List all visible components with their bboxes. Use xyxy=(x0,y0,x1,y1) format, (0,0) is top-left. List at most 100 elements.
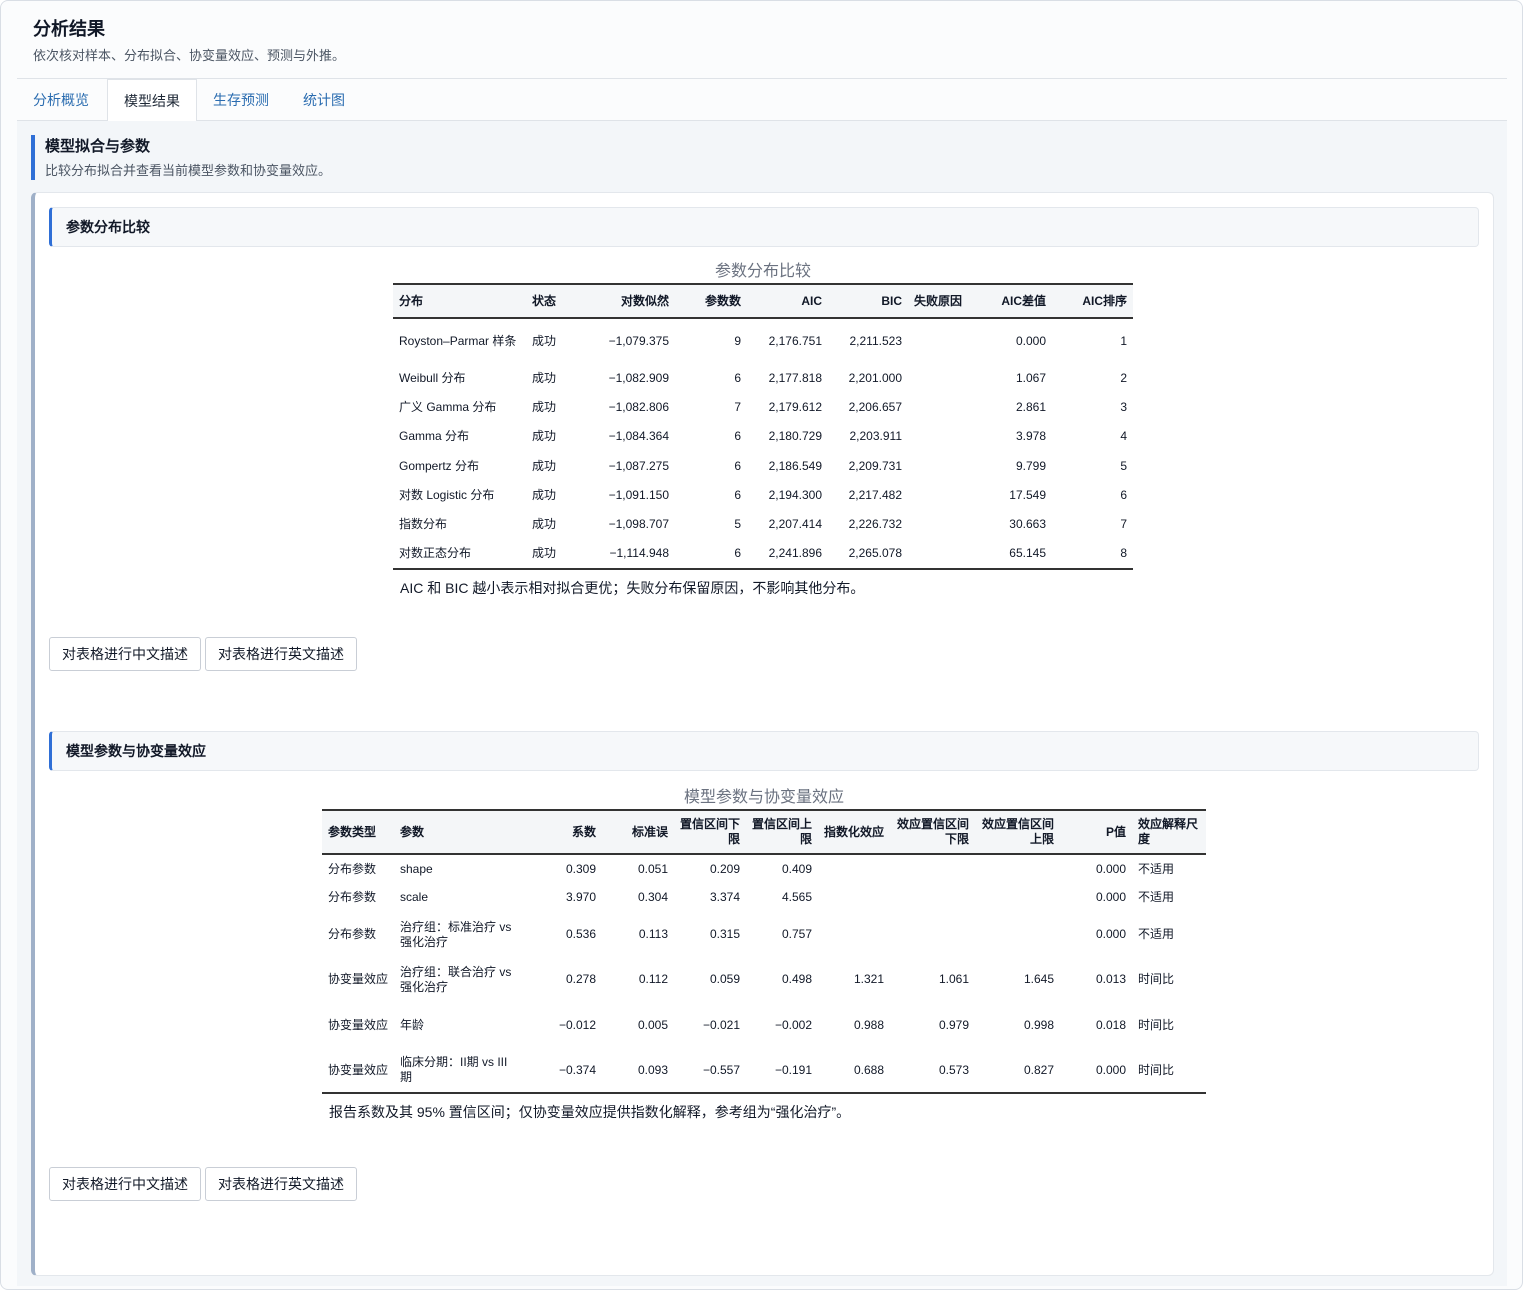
table-cell: 0.209 xyxy=(709,861,740,876)
param-table: 参数类型 参数 系数 标准误 置信区间下限 置信区间上限 指数化效应 效应置信区间下限 效应置信… xyxy=(322,809,1206,1094)
dist-table-note: AIC 和 BIC 越小表示相对拟合更优；失败分布保留原因，不影响其他分布。 xyxy=(400,580,865,596)
table-cell: 治疗组：联合治疗 vs 强化治疗 xyxy=(400,964,512,994)
section-description: 比较分布拟合并查看当前模型参数和协变量效应。 xyxy=(45,163,332,178)
table-cell: 2,203.911 xyxy=(849,429,903,443)
param-column-header: 参数 xyxy=(394,810,518,854)
table-cell: 不适用 xyxy=(1138,861,1175,876)
table-cell: 0.000 xyxy=(1095,927,1126,941)
table-cell xyxy=(908,393,980,422)
table-row: Royston–Parmar 样条 成功 −1,079.375 9 2,176.751 2… xyxy=(393,318,1133,364)
tab-overview[interactable]: 分析概览 xyxy=(17,79,105,121)
param-table-body: 分布参数 shape 0.309 0.051 0.209 0.409 0.000 不适用 分布参… xyxy=(322,854,1206,1093)
tab-content: 模型拟合与参数 比较分布拟合并查看当前模型参数和协变量效应。 参数分布比较 参数… xyxy=(17,121,1507,1286)
table-cell: 0.000 xyxy=(1095,861,1126,876)
table-cell: 0.827 xyxy=(1023,1062,1054,1077)
table-cell: 0.113 xyxy=(638,927,668,941)
table-cell: 治疗组：标准治疗 vs 强化治疗 xyxy=(400,919,512,949)
table-cell: 2.861 xyxy=(1015,400,1046,414)
table-cell: 0.309 xyxy=(565,861,596,876)
table-cell: 0.112 xyxy=(638,972,668,986)
table-row: Gamma 分布 成功 −1,084.364 6 2,180.729 2,203.911 3… xyxy=(393,422,1133,451)
table-cell: 0.093 xyxy=(637,1062,668,1077)
table-cell xyxy=(908,510,980,539)
table-cell: 17.549 xyxy=(1009,488,1046,502)
table-cell: 6 xyxy=(734,371,741,385)
table-cell: 0.988 xyxy=(853,1017,884,1032)
dist-column-header: 参数数 xyxy=(675,284,747,318)
table-cell: 4 xyxy=(1120,429,1127,443)
param-column-header: P值 xyxy=(1060,810,1132,854)
table-cell: 0.013 xyxy=(1095,972,1126,986)
tab-plots[interactable]: 统计图 xyxy=(287,79,361,121)
table-cell: 分布参数 xyxy=(328,890,377,904)
param-column-header: 效应置信区间下限 xyxy=(890,810,975,854)
table-cell: 对数正态分布 xyxy=(399,546,472,560)
table-cell xyxy=(908,318,980,364)
table-cell: 2 xyxy=(1120,371,1127,385)
table-cell: 0.000 xyxy=(1015,334,1046,348)
table-cell: 2,186.549 xyxy=(768,458,822,473)
table-cell: 1.067 xyxy=(1015,371,1046,385)
table-cell: 指数分布 xyxy=(399,517,448,531)
table-cell xyxy=(975,854,1060,883)
table-cell: 协变量效应 xyxy=(328,1017,389,1032)
table-cell: −1,084.364 xyxy=(608,429,669,443)
table-cell: 成功 xyxy=(532,429,557,443)
table-cell: 2,209.731 xyxy=(848,458,902,473)
table-cell: −0.191 xyxy=(774,1062,812,1077)
param-describe-en-button[interactable]: 对表格进行英文描述 xyxy=(205,1167,357,1201)
section-header: 模型拟合与参数 比较分布拟合并查看当前模型参数和协变量效应。 xyxy=(31,135,631,180)
param-column-header: 置信区间下限 xyxy=(674,810,746,854)
table-cell: 5 xyxy=(734,517,741,531)
param-table-header: 参数类型 参数 系数 标准误 置信区间下限 置信区间上限 指数化效应 效应置信区间下限 效应置信… xyxy=(322,810,1206,854)
table-cell: 2,206.657 xyxy=(848,400,902,414)
table-cell: 30.663 xyxy=(1009,517,1046,531)
table-cell: 不适用 xyxy=(1138,890,1175,904)
dist-column-header: 分布 xyxy=(393,284,526,318)
table-cell: 2,241.896 xyxy=(768,546,822,560)
table-cell: 成功 xyxy=(532,400,557,414)
table-cell: 6 xyxy=(734,429,741,443)
table-cell: 成功 xyxy=(532,488,557,502)
tab-models[interactable]: 模型结果 xyxy=(107,79,197,122)
dist-column-header: BIC xyxy=(828,284,908,318)
param-panel-header: 模型参数与协变量效应 xyxy=(49,731,1479,771)
table-cell: 0.688 xyxy=(853,1062,884,1077)
table-cell: 分布参数 xyxy=(328,927,377,941)
table-cell: 分布参数 xyxy=(328,861,377,876)
table-cell: 2,265.078 xyxy=(848,546,902,560)
table-row: Gompertz 分布 成功 −1,087.275 6 2,186.549 2,209.7… xyxy=(393,451,1133,481)
table-cell: 0.536 xyxy=(565,927,596,941)
table-cell: 临床分期：II期 vs III期 xyxy=(400,1055,508,1084)
dist-table-body: Royston–Parmar 样条 成功 −1,079.375 9 2,176.751 2… xyxy=(393,318,1133,569)
table-cell: 成功 xyxy=(532,458,557,473)
table-cell: 时间比 xyxy=(1138,972,1175,986)
table-cell: 5 xyxy=(1120,458,1127,473)
dist-describe-en-button[interactable]: 对表格进行英文描述 xyxy=(205,637,357,671)
table-cell: 2,201.000 xyxy=(848,371,902,385)
table-cell: −0.374 xyxy=(558,1062,596,1077)
tab-predict[interactable]: 生存预测 xyxy=(197,79,285,121)
table-cell: 0.573 xyxy=(938,1062,969,1077)
dist-describe-cn-button[interactable]: 对表格进行中文描述 xyxy=(49,637,201,671)
table-cell: Gamma 分布 xyxy=(399,429,470,443)
table-cell: −1,087.275 xyxy=(608,458,669,473)
page-subtitle: 依次核对样本、分布拟合、协变量效应、预测与外推。 xyxy=(33,48,346,63)
dist-column-header: 状态 xyxy=(526,284,586,318)
table-cell: −1,098.707 xyxy=(608,517,669,531)
table-cell xyxy=(908,422,980,451)
results-card: 参数分布比较 参数分布比较 分布 状态 对数似然 参数数 AIC BIC 失败原因 AIC差值… xyxy=(31,192,1494,1276)
table-row: 广义 Gamma 分布 成功 −1,082.806 7 2,179.612 2,206.6… xyxy=(393,393,1133,422)
param-describe-cn-button[interactable]: 对表格进行中文描述 xyxy=(49,1167,201,1201)
table-cell: 0.498 xyxy=(781,972,812,986)
dist-column-header: AIC xyxy=(747,284,828,318)
table-cell: 0.018 xyxy=(1095,1017,1126,1032)
table-cell: 时间比 xyxy=(1138,1017,1175,1032)
table-cell xyxy=(908,539,980,569)
table-cell xyxy=(818,912,890,957)
table-row: 对数正态分布 成功 −1,114.948 6 2,241.896 2,265.078 65.… xyxy=(393,539,1133,569)
table-cell: −1,079.375 xyxy=(608,334,669,348)
table-cell: 0.000 xyxy=(1095,890,1126,904)
table-cell xyxy=(975,883,1060,912)
dist-column-header: 失败原因 xyxy=(908,284,980,318)
